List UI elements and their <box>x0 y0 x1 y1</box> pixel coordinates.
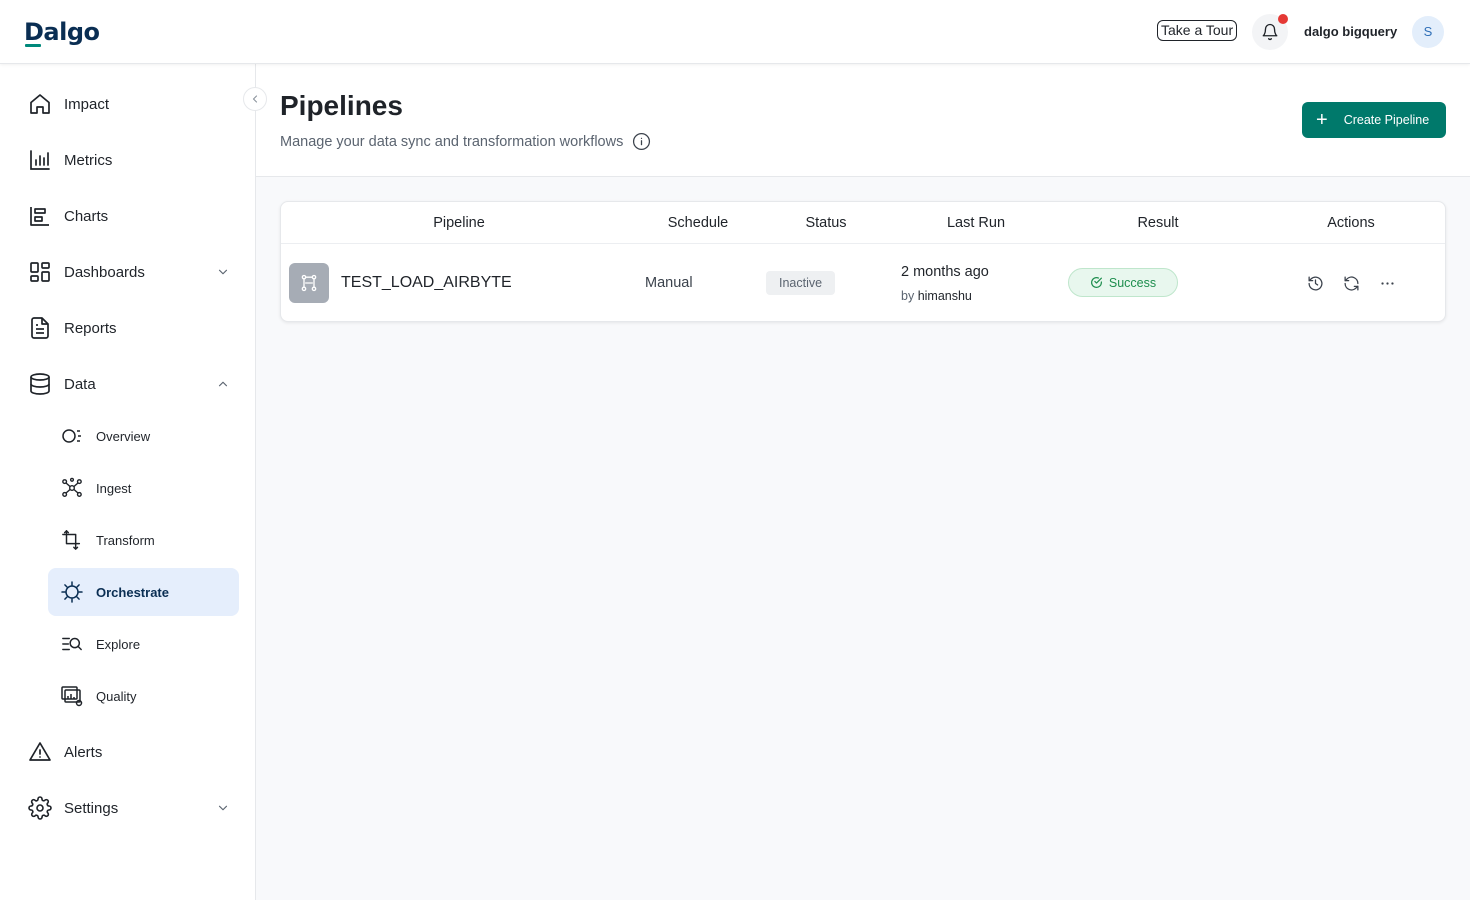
chevron-down-icon[interactable] <box>214 799 232 817</box>
result-badge[interactable]: Success <box>1068 268 1178 297</box>
bar-chart-icon <box>28 148 52 172</box>
transform-icon <box>60 528 84 552</box>
pipelines-table: Pipeline Schedule Status Last Run Result… <box>280 201 1446 322</box>
plus-icon: + <box>1316 109 1328 131</box>
take-tour-button[interactable]: Take a Tour <box>1157 20 1238 41</box>
explore-icon <box>60 632 84 656</box>
sidebar-subitem-label: Explore <box>96 636 141 652</box>
main-content: Pipelines Manage your data sync and tran… <box>256 64 1470 900</box>
page-title: Pipelines <box>280 90 403 121</box>
history-button[interactable] <box>1305 273 1325 293</box>
sidebar-subitem-label: Ingest <box>96 480 132 496</box>
database-icon <box>28 372 52 396</box>
sidebar-subitem-transform[interactable]: Transform <box>48 516 239 564</box>
sidebar-item-label: Alerts <box>64 743 103 761</box>
dalgo-logo[interactable]: Dalgo <box>24 18 100 46</box>
sidebar-item-impact[interactable]: Impact <box>28 90 109 118</box>
last-run-by: by himanshu <box>901 289 972 303</box>
sidebar-subitem-quality[interactable]: Quality <box>48 672 239 720</box>
sidebar-item-data[interactable]: Data <box>28 370 96 398</box>
chevron-up-icon[interactable] <box>214 375 232 393</box>
more-icon <box>1380 281 1394 285</box>
overview-icon <box>60 424 84 448</box>
logo-accent-bar <box>25 44 41 47</box>
sidebar-item-label: Metrics <box>64 151 113 169</box>
document-icon <box>28 316 52 340</box>
bell-icon <box>1262 23 1278 41</box>
column-header-pipeline[interactable]: Pipeline <box>433 215 485 231</box>
sidebar-subitem-label: Transform <box>96 532 155 548</box>
warning-icon <box>28 740 52 764</box>
page-subtitle: Manage your data sync and transformation… <box>280 132 651 151</box>
sidebar-item-metrics[interactable]: Metrics <box>28 146 112 174</box>
page-header: Pipelines Manage your data sync and tran… <box>256 64 1470 177</box>
gear-icon <box>28 796 52 820</box>
sidebar-item-reports[interactable]: Reports <box>28 314 117 342</box>
last-run-time: 2 months ago <box>901 264 989 280</box>
table-header: Pipeline Schedule Status Last Run Result… <box>281 202 1445 244</box>
sidebar-item-label: Dashboards <box>64 263 145 281</box>
page-subtitle-text: Manage your data sync and transformation… <box>280 133 624 150</box>
sidebar-item-label: Charts <box>64 207 109 225</box>
dashboard-icon <box>28 260 52 284</box>
column-header-actions: Actions <box>1327 215 1375 231</box>
history-icon <box>1307 275 1322 291</box>
chevron-left-icon <box>252 95 258 103</box>
chevron-down-icon[interactable] <box>214 263 232 281</box>
pipeline-schedule: Manual <box>645 275 693 291</box>
sidebar-subitem-orchestrate[interactable]: Orchestrate <box>48 568 239 616</box>
sidebar-item-label: Reports <box>64 319 117 337</box>
last-run-user: himanshu <box>917 289 972 303</box>
column-header-result[interactable]: Result <box>1137 215 1178 231</box>
result-label: Success <box>1108 275 1157 290</box>
sidebar-item-charts[interactable]: Charts <box>28 202 108 230</box>
sync-icon <box>1343 275 1359 291</box>
sidebar-item-label: Data <box>64 375 96 393</box>
quality-icon <box>60 684 84 708</box>
notification-dot <box>1278 14 1288 24</box>
sidebar-subitem-label: Quality <box>96 688 137 704</box>
ingest-icon <box>60 476 84 500</box>
column-header-schedule[interactable]: Schedule <box>668 215 728 231</box>
top-bar: Dalgo Take a Tour dalgo bigquery S <box>0 0 1470 64</box>
user-name: dalgo bigquery <box>1304 24 1398 39</box>
status-badge: Inactive <box>766 271 836 295</box>
pipeline-name[interactable]: TEST_LOAD_AIRBYTE <box>341 274 512 292</box>
orchestrate-icon <box>60 580 84 604</box>
avatar[interactable]: S <box>1412 16 1444 48</box>
sidebar-subitem-overview[interactable]: Overview <box>48 412 239 460</box>
last-run-by-prefix: by <box>901 289 915 303</box>
pipeline-icon <box>289 263 329 303</box>
sidebar-subitem-label: Overview <box>96 428 151 444</box>
info-icon[interactable] <box>632 132 651 151</box>
sidebar-subitem-label: Orchestrate <box>96 584 169 600</box>
sidebar-subitem-explore[interactable]: Explore <box>48 620 239 668</box>
sidebar-item-dashboards[interactable]: Dashboards <box>28 258 145 286</box>
sidebar-item-label: Impact <box>64 95 110 113</box>
sidebar-subitem-ingest[interactable]: Ingest <box>48 464 239 512</box>
home-icon <box>28 92 52 116</box>
check-circle-icon <box>1090 276 1103 289</box>
sidebar-item-alerts[interactable]: Alerts <box>28 738 102 766</box>
sidebar-item-settings[interactable]: Settings <box>28 794 118 822</box>
collapse-sidebar-button[interactable] <box>243 87 267 111</box>
table-row[interactable]: TEST_LOAD_AIRBYTE Manual Inactive 2 mont… <box>281 244 1445 322</box>
sync-button[interactable] <box>1341 273 1361 293</box>
column-header-status[interactable]: Status <box>805 215 846 231</box>
create-pipeline-label: Create Pipeline <box>1343 113 1430 127</box>
sidebar-item-label: Settings <box>64 799 119 817</box>
column-header-last-run[interactable]: Last Run <box>947 215 1005 231</box>
more-options-button[interactable] <box>1377 273 1397 293</box>
chart-icon <box>28 204 52 228</box>
create-pipeline-button[interactable]: + Create Pipeline <box>1302 102 1446 138</box>
